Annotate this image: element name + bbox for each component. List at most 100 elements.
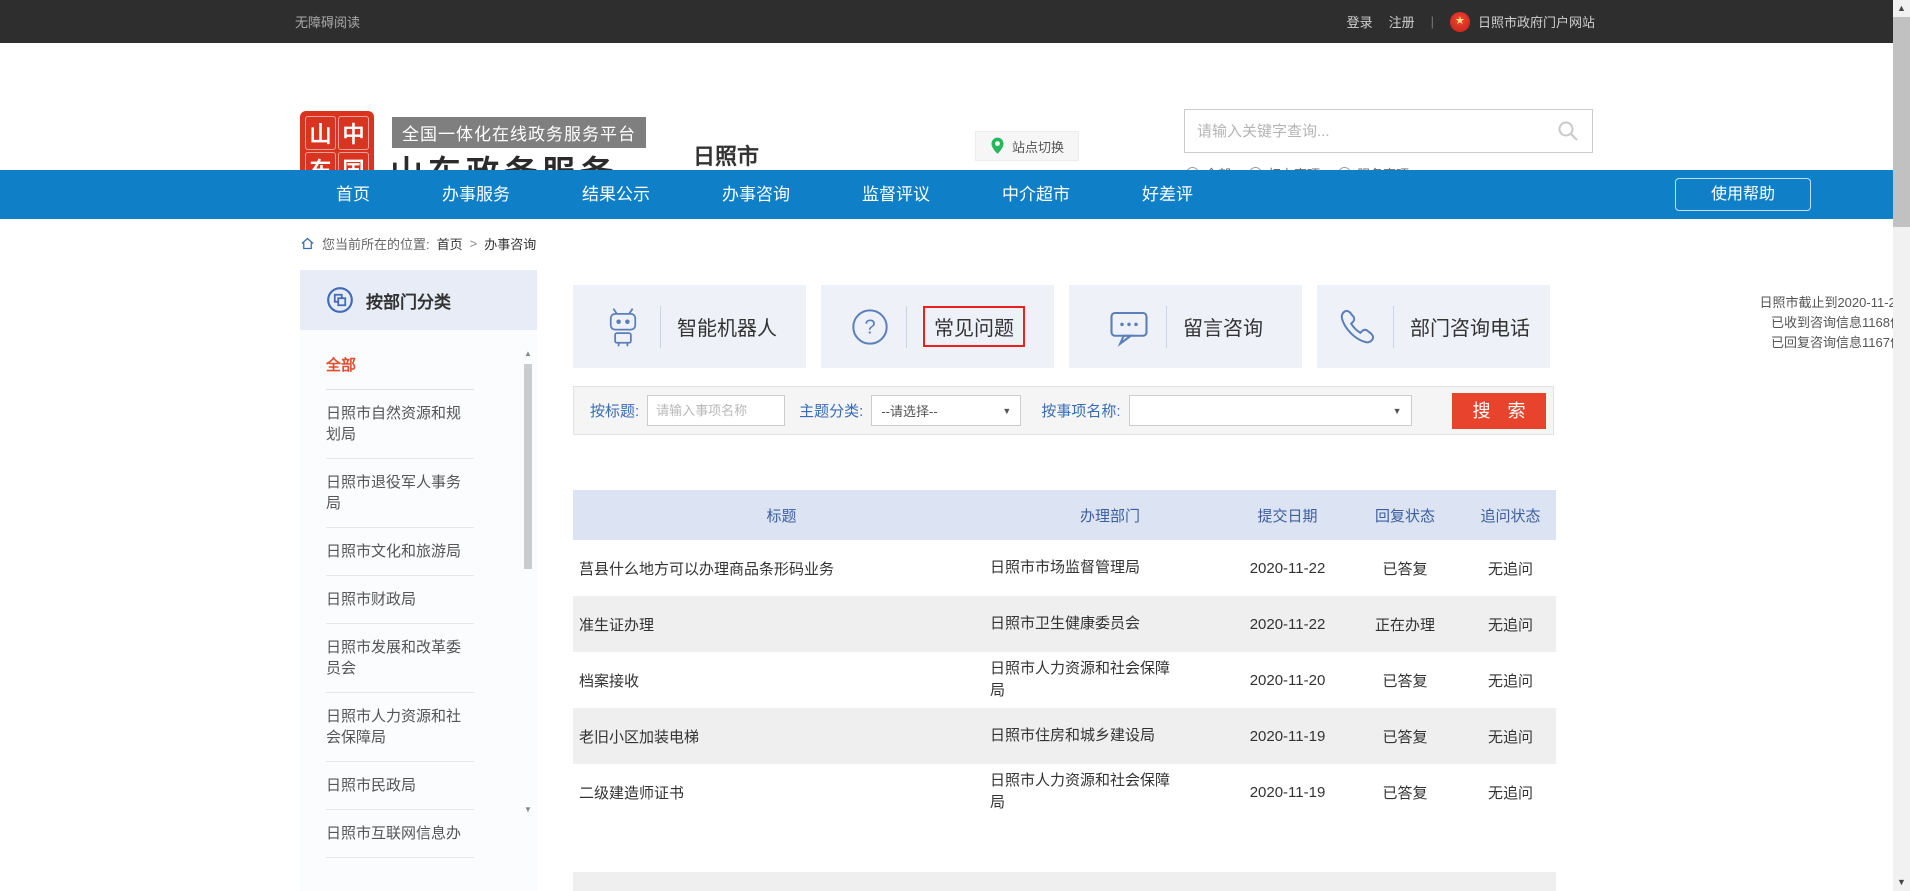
sidebar-item[interactable]: 日照市文化和旅游局 — [326, 528, 474, 576]
row-department: 日照市市场监督管理局 — [990, 557, 1230, 579]
page-scrollbar[interactable]: ▲ ▼ — [1893, 0, 1910, 891]
col-header-date: 提交日期 — [1230, 505, 1345, 526]
filter-bar: 按标题: 主题分类: --请选择-- ▼ 按事项名称: ▼ 搜 索 — [573, 386, 1554, 435]
row-date: 2020-11-20 — [1230, 672, 1345, 689]
row-reply-status: 已答复 — [1345, 558, 1465, 579]
home-icon — [300, 236, 315, 251]
seal-char: 中 — [338, 116, 369, 150]
row-date: 2020-11-19 — [1230, 784, 1345, 801]
row-reply-status: 正在办理 — [1345, 614, 1465, 635]
row-reply-status: 已答复 — [1345, 726, 1465, 747]
tab-divider — [906, 306, 907, 348]
tab-label-message[interactable]: 留言咨询 — [1183, 312, 1263, 341]
consult-tabs: 智能机器人 ? 常见问题 留言咨询 — [573, 285, 1556, 368]
tab-divider — [1166, 306, 1167, 348]
nav-item-intermediary[interactable]: 中介超市 — [966, 170, 1106, 219]
row-title[interactable]: 准生证办理 — [573, 614, 990, 635]
tab-divider — [1393, 306, 1394, 348]
table-row[interactable]: 二级建造师证书 日照市人力资源和社会保障局 2020-11-19 已答复 无追问 — [573, 764, 1556, 820]
nav-item-results[interactable]: 结果公示 — [546, 170, 686, 219]
tab-divider — [660, 306, 661, 348]
portal-link[interactable]: ★ 日照市政府门户网站 — [1450, 12, 1595, 32]
seal-char: 山 — [305, 116, 336, 150]
keyword-search-box — [1184, 109, 1593, 153]
help-button[interactable]: 使用帮助 — [1675, 178, 1811, 211]
platform-badge: 全国一体化在线政务服务平台 — [392, 117, 646, 148]
filter-item-select[interactable]: ▼ — [1129, 395, 1412, 426]
table-row[interactable]: 老旧小区加装电梯 日照市住房和城乡建设局 2020-11-19 已答复 无追问 — [573, 708, 1556, 764]
tab-label-smart-robot[interactable]: 智能机器人 — [677, 312, 777, 341]
sidebar-item[interactable]: 日照市互联网信息办 — [326, 810, 474, 858]
row-reply-status: 已答复 — [1345, 670, 1465, 691]
nav-item-supervision[interactable]: 监督评议 — [826, 170, 966, 219]
scroll-down-icon[interactable]: ▼ — [522, 804, 534, 816]
chevron-down-icon: ▼ — [1002, 406, 1011, 416]
sidebar-item-all[interactable]: 全部 — [326, 342, 474, 390]
row-title[interactable]: 老旧小区加装电梯 — [573, 726, 990, 747]
tab-message-consult[interactable]: 留言咨询 — [1069, 285, 1302, 368]
sidebar-item[interactable]: 日照市民政局 — [326, 762, 474, 810]
table-row[interactable]: 莒县什么地方可以办理商品条形码业务 日照市市场监督管理局 2020-11-22 … — [573, 540, 1556, 596]
nav-item-home[interactable]: 首页 — [300, 170, 406, 219]
scroll-up-icon[interactable]: ▲ — [522, 348, 534, 360]
scroll-down-icon[interactable]: ▼ — [1893, 875, 1910, 890]
row-title[interactable]: 档案接收 — [573, 670, 990, 691]
nav-item-rating[interactable]: 好差评 — [1106, 170, 1229, 219]
table-row[interactable]: 档案接收 日照市人力资源和社会保障局 2020-11-20 已答复 无追问 — [573, 652, 1556, 708]
table-header-row: 标题 办理部门 提交日期 回复状态 追问状态 — [573, 490, 1556, 540]
row-title[interactable]: 二级建造师证书 — [573, 782, 990, 803]
register-link[interactable]: 注册 — [1389, 12, 1415, 31]
row-title[interactable]: 莒县什么地方可以办理商品条形码业务 — [573, 558, 990, 579]
scroll-up-icon[interactable]: ▲ — [1893, 1, 1910, 16]
breadcrumb-home[interactable]: 首页 — [437, 234, 463, 253]
keyword-search-input[interactable] — [1197, 123, 1556, 140]
filter-category-select[interactable]: --请选择-- ▼ — [871, 395, 1021, 426]
row-follow-status: 无追问 — [1465, 726, 1556, 747]
breadcrumb-separator: > — [470, 236, 478, 251]
site-switch-button[interactable]: 站点切换 — [975, 131, 1079, 161]
col-header-department: 办理部门 — [990, 505, 1230, 526]
row-date: 2020-11-22 — [1230, 560, 1345, 577]
main-nav: 首页 办事服务 结果公示 办事咨询 监督评议 中介超市 好差评 使用帮助 — [0, 170, 1910, 219]
svg-text:?: ? — [864, 316, 875, 338]
chevron-down-icon: ▼ — [1393, 406, 1402, 416]
breadcrumb: 您当前所在的位置: 首页 > 办事咨询 — [300, 228, 536, 258]
login-link[interactable]: 登录 — [1347, 12, 1373, 31]
row-department: 日照市卫生健康委员会 — [990, 613, 1230, 635]
nav-item-services[interactable]: 办事服务 — [406, 170, 546, 219]
table-row[interactable]: 准生证办理 日照市卫生健康委员会 2020-11-22 正在办理 无追问 — [573, 596, 1556, 652]
table-row-partial — [573, 872, 1556, 891]
filter-category-label: 主题分类: — [799, 400, 863, 421]
search-icon[interactable] — [1556, 119, 1580, 143]
tab-department-phone[interactable]: 部门咨询电话 — [1317, 285, 1550, 368]
sidebar-item[interactable]: 日照市财政局 — [326, 576, 474, 624]
sidebar-item[interactable]: 日照市自然资源和规划局 — [326, 390, 474, 459]
tab-label-faq[interactable]: 常见问题 — [923, 306, 1025, 347]
col-header-reply-status: 回复状态 — [1345, 505, 1465, 526]
page-scrollbar-thumb[interactable] — [1893, 17, 1910, 227]
filter-item-label: 按事项名称: — [1041, 400, 1120, 421]
sidebar-scrollbar[interactable]: ▲ ▼ — [522, 348, 534, 816]
sidebar-item[interactable]: 日照市退役军人事务局 — [326, 459, 474, 528]
national-emblem-icon: ★ — [1450, 12, 1470, 32]
tab-smart-robot[interactable]: 智能机器人 — [573, 285, 806, 368]
filter-title-label: 按标题: — [590, 400, 639, 421]
sidebar-item[interactable]: 日照市人力资源和社会保障局 — [326, 693, 474, 762]
sidebar-item[interactable]: 日照市发展和改革委员会 — [326, 624, 474, 693]
site-header: 山 中 东 国 全国一体化在线政务服务平台 山东政务服务 日照市 站点切换 — [0, 43, 1910, 170]
row-department: 日照市人力资源和社会保障局 — [990, 770, 1230, 814]
sidebar-scrollbar-thumb[interactable] — [524, 364, 532, 569]
consult-stats: 日照市截止到2020-11-23 已收到咨询信息1168件 已回复咨询信息116… — [1700, 293, 1903, 353]
nav-item-consult[interactable]: 办事咨询 — [686, 170, 826, 219]
topbar-separator: | — [1431, 14, 1434, 29]
filter-title-input[interactable] — [647, 395, 785, 426]
row-date: 2020-11-19 — [1230, 728, 1345, 745]
search-button[interactable]: 搜 索 — [1452, 393, 1546, 429]
location-pin-icon — [990, 137, 1005, 155]
accessibility-link[interactable]: 无障碍阅读 — [295, 12, 360, 31]
col-header-follow-status: 追问状态 — [1465, 505, 1556, 526]
tab-label-phone[interactable]: 部门咨询电话 — [1410, 312, 1530, 341]
tab-faq[interactable]: ? 常见问题 — [821, 285, 1054, 368]
row-follow-status: 无追问 — [1465, 782, 1556, 803]
stats-line-date: 日照市截止到2020-11-23 — [1700, 293, 1903, 313]
